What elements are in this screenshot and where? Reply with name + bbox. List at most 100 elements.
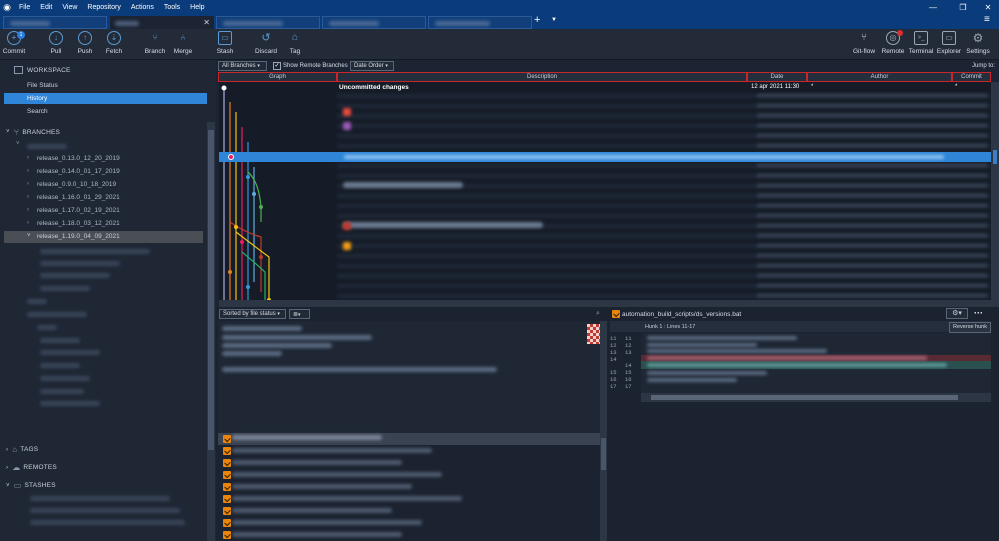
uncommitted-description[interactable]: Uncommitted changes: [339, 84, 409, 91]
chevron-right-icon[interactable]: ›: [27, 155, 29, 161]
changed-files-list[interactable]: [218, 433, 600, 541]
chevron-down-icon[interactable]: ˅: [16, 141, 20, 147]
column-commit[interactable]: Commit: [952, 72, 991, 82]
column-author[interactable]: Author: [807, 72, 952, 82]
stashes-header[interactable]: ˅ ▭ STASHES: [6, 481, 56, 490]
hamburger-menu-icon[interactable]: ≡: [984, 14, 990, 25]
menu-edit[interactable]: Edit: [35, 4, 57, 11]
sidebar-item-file-status[interactable]: File Status: [27, 82, 58, 89]
more-options-icon[interactable]: ···: [974, 308, 983, 318]
column-description[interactable]: Description: [337, 72, 747, 82]
chevron-down-icon: ▾: [385, 63, 388, 69]
menu-tools[interactable]: Tools: [159, 4, 185, 11]
stash-button[interactable]: ▭ Stash: [208, 31, 242, 55]
file-status-icon: [223, 495, 231, 503]
commit-scroll-marker: [993, 150, 997, 164]
tag-button[interactable]: ⌂ Tag: [278, 31, 312, 56]
menu-file[interactable]: File: [14, 4, 35, 11]
diff-options-gear-icon[interactable]: ⚙▾: [946, 308, 968, 319]
sidebar-scroll-thumb[interactable]: [208, 130, 214, 450]
stash-icon: ▭: [13, 481, 22, 490]
close-window-icon[interactable]: ✕: [977, 0, 999, 14]
uncommitted-author: *: [811, 84, 814, 90]
repo-tab-active[interactable]: ✕: [110, 16, 214, 29]
commit-badge: 1: [17, 31, 25, 39]
branch-item[interactable]: release_0.13.0_12_20_2019: [37, 155, 120, 162]
file-status-icon: [223, 519, 231, 527]
maximize-icon[interactable]: ❐: [952, 0, 974, 14]
reverse-hunk-button[interactable]: Reverse hunk: [949, 322, 991, 333]
new-tab-icon[interactable]: +: [534, 14, 540, 26]
branch-item-expanded[interactable]: release_1.19.0_04_09_2021: [37, 233, 120, 240]
stash-icon: ▭: [218, 31, 232, 45]
branch-item[interactable]: release_1.18.0_03_12_2021: [37, 220, 120, 227]
show-remote-label: Show Remote Branches: [283, 63, 348, 69]
settings-button[interactable]: ⚙ Settings: [961, 31, 995, 55]
column-graph[interactable]: Graph: [218, 72, 337, 82]
diff-hscroll-thumb[interactable]: [651, 395, 958, 400]
show-remote-checkbox[interactable]: ✓: [273, 62, 281, 70]
minimize-icon[interactable]: —: [922, 0, 944, 14]
tab-list-chevron-icon[interactable]: ▼: [551, 17, 557, 23]
branch-item[interactable]: release_1.17.0_02_19_2021: [37, 207, 120, 214]
hunk-label: Hunk 1 : Lines 11-17: [645, 324, 696, 330]
chevron-down-icon: ▾: [257, 63, 260, 69]
chevron-down-icon[interactable]: ˅: [27, 233, 31, 239]
repo-tab[interactable]: [3, 16, 107, 29]
commit-graph: [219, 82, 337, 307]
workspace-header: WORKSPACE: [14, 66, 71, 74]
chevron-down-icon: ▾: [277, 311, 280, 317]
folder-icon: ▭: [942, 31, 956, 45]
branch-item[interactable]: release_1.16.0_01_29_2021: [37, 194, 120, 201]
commit-list-scrollbar[interactable]: [991, 82, 999, 307]
repo-tab[interactable]: [428, 16, 532, 29]
details-scrollbar[interactable]: [600, 321, 607, 433]
diff-content[interactable]: [641, 333, 991, 393]
menu-repository[interactable]: Repository: [82, 4, 125, 11]
filter-bar: All Branches ▾ ✓ Show Remote Branches Da…: [216, 60, 999, 72]
monitor-icon: [14, 66, 23, 74]
close-tab-icon[interactable]: ✕: [203, 18, 210, 27]
jump-to-label: Jump to:: [972, 63, 996, 69]
menu-help[interactable]: Help: [185, 4, 209, 11]
commit-details: [218, 321, 607, 433]
column-date[interactable]: Date: [747, 72, 807, 82]
tags-header[interactable]: › ⌂ TAGS: [6, 445, 38, 454]
repo-tab[interactable]: [322, 16, 426, 29]
chevron-right-icon[interactable]: ›: [27, 181, 29, 187]
tag-icon: ⌂: [291, 32, 299, 43]
merge-button[interactable]: ⑃ Merge: [166, 31, 200, 56]
view-mode-dropdown[interactable]: ≣▾: [289, 309, 310, 319]
branches-header[interactable]: ˅ ⑂ BRANCHES: [6, 127, 60, 137]
main-toolbar: +1 Commit ↓ Pull ↑ Push ⇣ Fetch ⑂ Branch ⑃ Mer…: [0, 29, 999, 60]
sort-order-dropdown[interactable]: Date Order ▾: [350, 61, 394, 71]
file-sort-dropdown[interactable]: Sorted by file status ▾: [219, 309, 286, 319]
branch-item[interactable]: release_0.9.0_10_18_2019: [37, 181, 116, 188]
menu-actions[interactable]: Actions: [126, 4, 159, 11]
repo-tab[interactable]: [216, 16, 320, 29]
chevron-right-icon[interactable]: ›: [27, 194, 29, 200]
fetch-button[interactable]: ⇣ Fetch: [97, 31, 131, 55]
menu-view[interactable]: View: [57, 4, 82, 11]
cloud-icon: ☁: [12, 463, 21, 472]
commit-list-hscrollbar[interactable]: [219, 300, 991, 307]
remotes-header[interactable]: › ☁ REMOTES: [6, 463, 57, 472]
commit-list[interactable]: Uncommitted changes 12 apr 2021 11:30 * …: [337, 82, 991, 307]
chevron-right-icon[interactable]: ›: [27, 168, 29, 174]
file-status-icon: [612, 310, 620, 318]
sourcetree-logo-icon: ◉: [3, 1, 11, 12]
selected-commit-row[interactable]: [219, 152, 991, 162]
sidebar-item-history[interactable]: History: [27, 95, 47, 102]
files-scroll-thumb[interactable]: [601, 438, 606, 470]
commit-button[interactable]: +1 Commit: [0, 31, 31, 55]
chevron-down-icon: ˅: [6, 482, 10, 489]
search-icon[interactable]: ⌕: [596, 310, 600, 318]
sidebar-item-search[interactable]: Search: [27, 108, 48, 115]
branch-item[interactable]: release_0.14.0_01_17_2019: [37, 168, 120, 175]
repo-tab-bar: ✕ + ▼ ≡: [0, 14, 999, 29]
chevron-right-icon[interactable]: ›: [27, 220, 29, 226]
branches-filter-dropdown[interactable]: All Branches ▾: [218, 61, 267, 71]
file-status-icon: [223, 447, 231, 455]
chevron-right-icon[interactable]: ›: [27, 207, 29, 213]
terminal-icon: >_: [914, 31, 928, 45]
